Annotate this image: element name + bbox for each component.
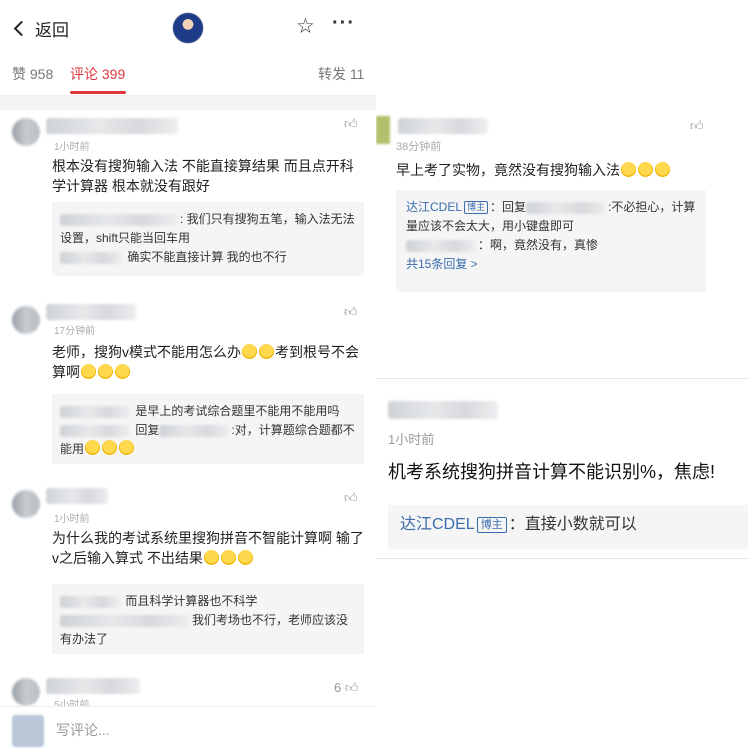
chevron-left-icon (13, 20, 30, 37)
more-icon[interactable]: ··· (332, 12, 355, 35)
reply-author (60, 614, 190, 627)
crying-emoji-icon (119, 440, 135, 455)
reply-target (159, 424, 230, 437)
comment-time: 1小时前 (388, 432, 435, 447)
more-replies-link[interactable]: 共15条回复 > (406, 255, 696, 274)
reply-line: 回复:对，计算题综合题都不能用 (60, 423, 355, 456)
like-icon[interactable]: 👍︎ (344, 304, 358, 320)
crying-emoji-icon (102, 440, 118, 455)
laughing-emoji-icon (621, 162, 636, 177)
comment-item: 1小时前 机考系统搜狗拼音计算不能识别%，焦虑! 达江CDEL 博主 ：直接小数就可… (376, 378, 750, 558)
tab-comments[interactable]: 评论 399 (70, 64, 125, 84)
like-icon[interactable]: 👍︎ (344, 490, 358, 506)
laughing-emoji-icon (655, 162, 670, 177)
write-comment-input[interactable]: 写评论... (56, 720, 110, 740)
reply-author (406, 239, 476, 252)
tab-likes[interactable]: 赞 958 (12, 64, 53, 84)
reply-author (60, 405, 130, 418)
comment-body: 机考系统搜狗拼音计算不能识别%，焦虑! (388, 462, 716, 482)
reply-author (60, 251, 122, 264)
reply-box[interactable]: 达江CDEL 博主 ：直接小数就可以 (388, 505, 748, 549)
commenter-name[interactable] (46, 678, 140, 694)
reply-target (526, 201, 607, 214)
top-bar: 返回 ☆ ··· (0, 0, 376, 56)
back-label: 返回 (35, 21, 69, 40)
commenter-name[interactable] (46, 304, 136, 320)
author-badge: 博主 (464, 201, 489, 214)
comment-body: 根本没有搜狗输入法 不能直接算结果 而且点开科学计算器 根本就没有跟好 (52, 158, 354, 194)
comment-item: 1小时前 👍︎ 为什么我的考试系统里搜狗拼音不智能计算啊 输了v之后输入算式 不… (0, 480, 376, 670)
comment-time: 17分钟前 (54, 326, 96, 337)
comment-item: 17分钟前 👍︎ 老师，搜狗v模式不能用怎么办 考到根号不会算啊 是早上的考试综合… (0, 296, 376, 476)
author-badge: 博主 (476, 517, 507, 533)
tab-reposts[interactable]: 转发 11 (318, 64, 364, 84)
reply-line: 而且科学计算器也不科学 (60, 592, 356, 611)
avatar[interactable] (376, 116, 390, 144)
reply-box[interactable]: : 我们只有搜狗五笔，输入法无法设置，shift只能当回车用 确实不能直接计算 … (52, 202, 364, 276)
comment-body: 老师，搜狗v模式不能用怎么办 考到根号不会算啊 (52, 344, 359, 380)
like-icon[interactable]: 👍︎ (344, 116, 358, 132)
commenter-name[interactable] (388, 401, 498, 419)
right-screenshot: 38分钟前 👍︎ 早上考了实物，竟然没有搜狗输入法 达江CDEL 博主 ：回复:不必… (376, 0, 750, 750)
comment-time: 1小时前 (54, 514, 90, 525)
commenter-name[interactable] (46, 118, 178, 134)
comment-body: 早上考了实物，竟然没有搜狗输入法 (396, 160, 671, 180)
crying-emoji-icon (115, 364, 130, 379)
comment-item: 38分钟前 👍︎ 早上考了实物，竟然没有搜狗输入法 达江CDEL 博主 ：回复:不必… (376, 110, 750, 310)
star-icon[interactable]: ☆ (296, 14, 315, 39)
write-comment-bar[interactable]: 写评论... (0, 706, 376, 750)
commenter-name[interactable] (46, 488, 108, 504)
reply-line: 我们考场也不行，老师应该没有办法了 (60, 613, 349, 646)
reply-line: : 我们只有搜狗五笔，输入法无法设置，shift只能当回车用 (60, 212, 355, 245)
comment-time: 38分钟前 (396, 141, 442, 153)
crying-emoji-icon (259, 344, 274, 359)
reply-line: ：啊，竟然没有，真惨 (406, 236, 696, 255)
back-button[interactable]: 返回 (12, 16, 69, 41)
crying-emoji-icon (81, 364, 96, 379)
comment-item: 5小时前 6 👍︎ (0, 674, 376, 711)
tab-bar: 赞 958 评论 399 转发 11 (0, 56, 376, 96)
commenter-name[interactable] (398, 118, 488, 134)
divider (0, 96, 376, 110)
laughing-emoji-icon (638, 162, 653, 177)
crying-emoji-icon (98, 364, 113, 379)
reply-box[interactable]: 是早上的考试综合题里不能用不能用吗 回复:对，计算题综合题都不能用 (52, 394, 364, 464)
reply-author (60, 424, 130, 437)
active-tab-indicator (70, 91, 126, 94)
reply-line: 确实不能直接计算 我的也不行 (60, 248, 356, 267)
comment-body: 为什么我的考试系统里搜狗拼音不智能计算啊 输了v之后输入算式 不出结果 (52, 530, 364, 566)
crying-emoji-icon (85, 440, 101, 455)
confused-emoji-icon (237, 550, 253, 565)
avatar[interactable] (12, 306, 40, 334)
avatar[interactable] (12, 490, 40, 518)
comment-item: 1小时前 👍︎ 根本没有搜狗输入法 不能直接算结果 而且点开科学计算器 根本就没… (0, 112, 376, 292)
avatar[interactable] (12, 118, 40, 146)
reply-author (60, 595, 120, 608)
avatar[interactable] (12, 678, 40, 706)
crying-emoji-icon (242, 344, 257, 359)
divider (376, 558, 750, 559)
left-screenshot: 返回 ☆ ··· 赞 958 评论 399 转发 11 1小时前 👍︎ 根本没有… (0, 0, 376, 750)
like-icon[interactable]: 👍︎ (690, 118, 704, 134)
reply-author (60, 213, 178, 226)
like-count[interactable]: 6 👍︎ (334, 680, 358, 696)
confused-emoji-icon (203, 550, 219, 565)
confused-emoji-icon (220, 550, 236, 565)
author-avatar[interactable] (172, 12, 204, 44)
reply-box[interactable]: 而且科学计算器也不科学 我们考场也不行，老师应该没有办法了 (52, 584, 364, 654)
avatar (12, 715, 44, 747)
reply-line: 达江CDEL 博主 ：回复:不必担心，计算量应该不会太大，用小键盘即可 (406, 200, 696, 233)
reply-box[interactable]: 达江CDEL 博主 ：回复:不必担心，计算量应该不会太大，用小键盘即可 ：啊，竟然没… (396, 190, 706, 292)
comment-time: 1小时前 (54, 142, 90, 153)
reply-line: 是早上的考试综合题里不能用不能用吗 (60, 402, 356, 421)
